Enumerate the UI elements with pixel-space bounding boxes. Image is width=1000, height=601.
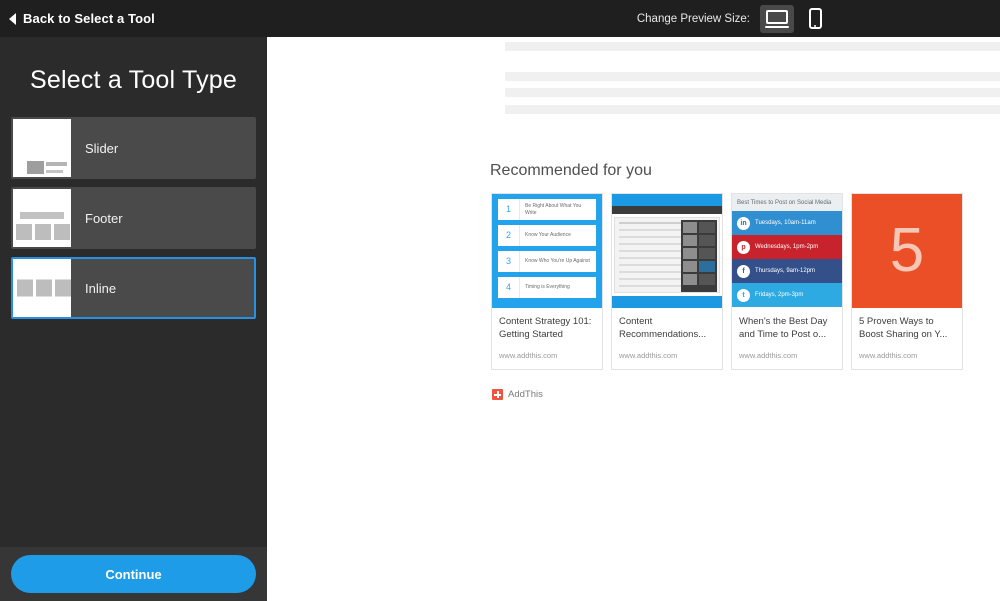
placeholder-line <box>505 42 1000 51</box>
recommendation-card[interactable]: Content Recommendations... www.addthis.c… <box>611 193 723 370</box>
card-url: www.addthis.com <box>499 351 558 360</box>
addthis-label: AddThis <box>508 389 543 400</box>
big-number: 5 <box>889 216 925 285</box>
sidebar: Select a Tool Type Slider Footer Inline … <box>0 37 267 601</box>
slider-thumbnail <box>13 119 71 177</box>
tool-option-label: Footer <box>85 210 123 226</box>
best-times-thumbnail: Best Times to Post on Social Media in Tu… <box>732 194 842 308</box>
sidebar-footer: Continue <box>0 547 267 601</box>
social-row-label: Tuesdays, 10am-11am <box>755 220 816 226</box>
desktop-preview-button[interactable] <box>760 4 794 33</box>
tool-configurator-screen: Back to Select a Tool Change Preview Siz… <box>0 0 1000 601</box>
recommendation-card[interactable]: Best Times to Post on Social Media in Tu… <box>731 193 843 370</box>
social-row: p Wednesdays, 1pm-2pm <box>732 235 842 259</box>
infographic-header: Best Times to Post on Social Media <box>732 194 842 211</box>
linkedin-icon: in <box>737 216 750 230</box>
placeholder-line <box>505 105 1000 114</box>
page-title: Select a Tool Type <box>30 66 237 94</box>
recommended-heading: Recommended for you <box>490 162 652 179</box>
placeholder-line <box>505 88 1000 97</box>
card-title: When's the Best Day and Time to Post o..… <box>739 316 828 340</box>
list-item-text: Be Right About What You Write <box>525 203 582 216</box>
card-url: www.addthis.com <box>619 351 678 360</box>
preview-pane: Recommended for you 1 Be Right About Wha… <box>267 37 1000 601</box>
list-item-number: 2 <box>498 225 520 246</box>
card-title: Content Strategy 101: Getting Started <box>499 316 592 340</box>
card-title: 5 Proven Ways to Boost Sharing on Y... <box>859 316 948 340</box>
addthis-plus-icon <box>492 389 503 400</box>
back-to-select-a-tool-link[interactable]: Back to Select a Tool <box>9 11 155 26</box>
addthis-badge[interactable]: AddThis <box>492 389 543 400</box>
recommendation-card[interactable]: 1 Be Right About What You Write 2 Know Y… <box>491 193 603 370</box>
card-text: When's the Best Day and Time to Post o..… <box>732 308 842 369</box>
list-item: 1 Be Right About What You Write <box>498 199 596 220</box>
social-row-label: Thursdays, 9am-12pm <box>755 268 816 274</box>
website-screenshot-thumbnail <box>612 194 722 308</box>
back-link-label: Back to Select a Tool <box>23 11 155 26</box>
list-item: 3 Know Who You're Up Against <box>498 251 596 272</box>
desktop-icon <box>765 9 789 28</box>
list-item-number: 4 <box>498 277 520 298</box>
mobile-preview-button[interactable] <box>798 5 832 33</box>
tool-option-label: Inline <box>85 280 117 296</box>
continue-button[interactable]: Continue <box>11 555 256 593</box>
numbered-list-thumbnail: 1 Be Right About What You Write 2 Know Y… <box>492 194 602 308</box>
list-item-number: 1 <box>498 199 520 220</box>
social-row: f Thursdays, 9am-12pm <box>732 259 842 283</box>
preview-size-label: Change Preview Size: <box>636 12 750 25</box>
tool-option-label: Slider <box>85 140 119 156</box>
twitter-icon: t <box>737 288 750 302</box>
social-row-label: Wednesdays, 1pm-2pm <box>755 244 819 250</box>
social-row: in Tuesdays, 10am-11am <box>732 211 842 235</box>
tool-option-slider[interactable]: Slider <box>11 117 256 179</box>
big-number-thumbnail: 5 <box>852 194 962 308</box>
card-text: 5 Proven Ways to Boost Sharing on Y... w… <box>852 308 962 369</box>
card-text: Content Recommendations... www.addthis.c… <box>612 308 722 369</box>
list-item: 4 Timing is Everything <box>498 277 596 298</box>
recommendation-cards: 1 Be Right About What You Write 2 Know Y… <box>491 193 963 370</box>
card-url: www.addthis.com <box>739 351 798 360</box>
facebook-icon: f <box>737 264 750 278</box>
footer-thumbnail <box>13 189 71 247</box>
list-item-number: 3 <box>498 251 520 272</box>
triangle-left-icon <box>9 12 16 25</box>
placeholder-line <box>505 72 1000 81</box>
pinterest-icon: p <box>737 240 750 254</box>
list-item-text: Know Your Audience <box>525 232 571 239</box>
card-text: Content Strategy 101: Getting Started ww… <box>492 308 602 369</box>
tool-option-inline[interactable]: Inline <box>11 257 256 319</box>
list-item-text: Timing is Everything <box>525 284 570 291</box>
social-row: t Fridays, 2pm-3pm <box>732 283 842 307</box>
mobile-icon <box>808 8 822 29</box>
card-url: www.addthis.com <box>859 351 918 360</box>
recommendation-card[interactable]: 5 5 Proven Ways to Boost Sharing on Y...… <box>851 193 963 370</box>
list-item: 2 Know Your Audience <box>498 225 596 246</box>
top-bar: Back to Select a Tool Change Preview Siz… <box>0 0 1000 37</box>
preview-size-buttons <box>760 4 832 33</box>
tool-option-footer[interactable]: Footer <box>11 187 256 249</box>
social-row-label: Fridays, 2pm-3pm <box>755 292 804 298</box>
inline-thumbnail <box>13 259 71 317</box>
card-title: Content Recommendations... <box>619 316 707 340</box>
preview-size-controls: Change Preview Size: <box>637 0 832 37</box>
list-item-text: Know Who You're Up Against <box>525 258 590 265</box>
tool-type-list: Slider Footer Inline <box>0 117 267 319</box>
